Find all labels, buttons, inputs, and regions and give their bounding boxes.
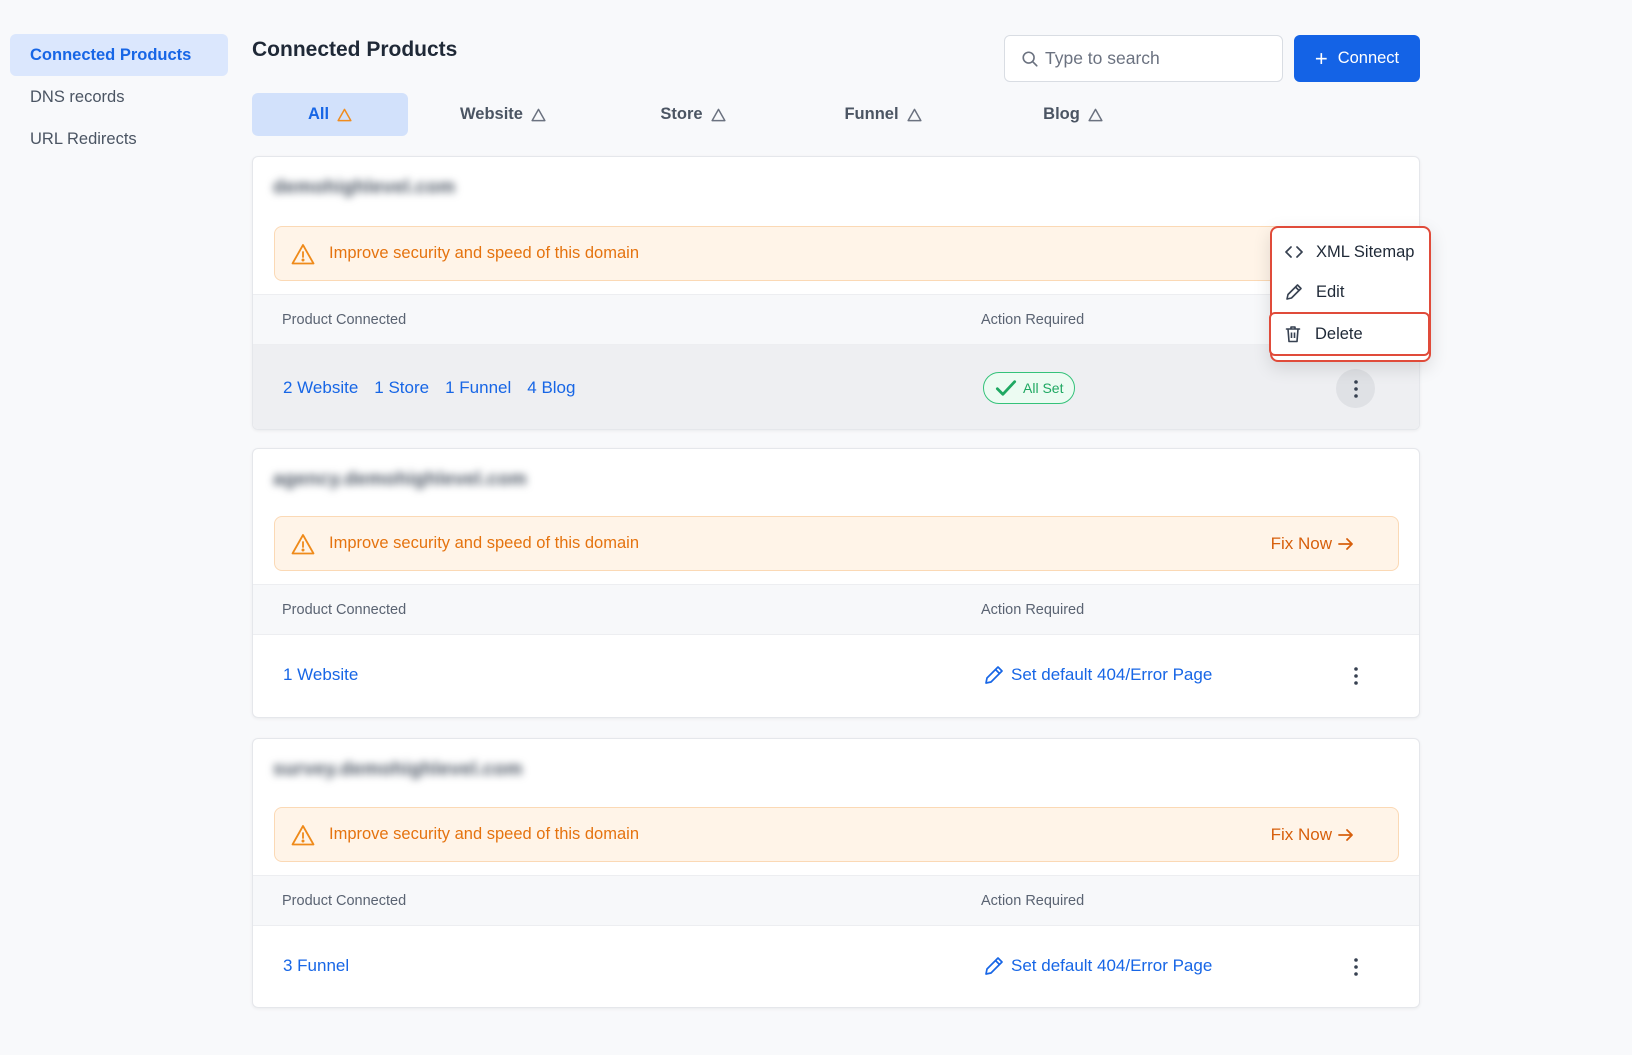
table-header: Product Connected Action Required (253, 294, 1419, 345)
table-header: Product Connected Action Required (253, 584, 1419, 635)
menu-item-label: Edit (1316, 282, 1345, 301)
menu-item-delete[interactable]: Delete (1269, 312, 1430, 356)
set-404-page-link[interactable]: Set default 404/Error Page (1011, 665, 1212, 685)
tab-label: Blog (1043, 105, 1080, 123)
table-row: 1 Website Set default 404/Error Page (253, 635, 1419, 715)
table-header: Product Connected Action Required (253, 875, 1419, 926)
warning-icon (291, 243, 315, 264)
search-icon (1022, 50, 1038, 67)
check-icon (995, 380, 1017, 396)
product-links: 1 Website (283, 635, 358, 715)
tab-label: All (307, 105, 330, 123)
product-link-website[interactable]: 2 Website (283, 345, 358, 429)
warning-icon (1088, 108, 1103, 121)
table-row: 2 Website 1 Store 1 Funnel 4 Blog All Se… (253, 345, 1419, 429)
tab-funnel[interactable]: Funnel (788, 93, 978, 136)
banner-text: Improve security and speed of this domai… (329, 534, 639, 552)
column-header-action: Action Required (981, 312, 1085, 328)
menu-item-xml-sitemap[interactable]: XML Sitemap (1272, 232, 1429, 272)
product-link-blog[interactable]: 4 Blog (527, 345, 575, 429)
product-link-store[interactable]: 1 Store (374, 345, 429, 429)
domain-name: demohighlevel.com (273, 177, 456, 198)
domain-card: survey.demohighlevel.com Improve securit… (252, 738, 1420, 1008)
product-link-funnel[interactable]: 3 Funnel (283, 926, 349, 1006)
domain-name: agency.demohighlevel.com (273, 469, 527, 490)
arrow-right-icon (1338, 537, 1353, 550)
warning-icon (337, 108, 352, 121)
security-banner: Improve security and speed of this domai… (274, 226, 1399, 281)
sidebar-item-connected-products[interactable]: Connected Products (10, 34, 228, 76)
status-badge: All Set (983, 372, 1076, 404)
warning-icon (531, 108, 546, 121)
product-link-funnel[interactable]: 1 Funnel (445, 345, 511, 429)
fix-now-button[interactable]: Fix Now (1271, 517, 1354, 570)
security-banner: Improve security and speed of this domai… (274, 516, 1399, 571)
kebab-icon (1353, 957, 1358, 976)
fix-now-button[interactable]: Fix Now (1271, 808, 1354, 861)
domain-card: agency.demohighlevel.com Improve securit… (252, 448, 1420, 718)
domain-name: survey.demohighlevel.com (273, 759, 523, 780)
column-header-action: Action Required (981, 602, 1085, 618)
search-box[interactable] (1004, 35, 1283, 82)
status-badge-label: All Set (1023, 380, 1064, 396)
tab-store[interactable]: Store (598, 93, 788, 136)
pencil-icon (985, 957, 1003, 975)
options-menu: XML Sitemap Edit Delete (1269, 226, 1431, 362)
column-header-product: Product Connected (282, 893, 407, 909)
product-link-website[interactable]: 1 Website (283, 635, 358, 715)
fix-now-label: Fix Now (1270, 824, 1332, 844)
action-cell: Set default 404/Error Page (983, 926, 1212, 1006)
more-options-button[interactable] (1336, 656, 1375, 695)
tab-blog[interactable]: Blog (978, 93, 1168, 136)
sidebar-item-dns-records[interactable]: DNS records (10, 76, 228, 118)
column-header-product: Product Connected (282, 602, 407, 618)
product-links: 2 Website 1 Store 1 Funnel 4 Blog (283, 345, 575, 429)
banner-text: Improve security and speed of this domai… (329, 825, 639, 843)
kebab-icon (1353, 666, 1358, 685)
kebab-icon (1353, 379, 1358, 398)
tab-label: Store (660, 105, 703, 123)
filter-tabs: All Website Store Funnel Blog (252, 93, 1168, 136)
set-404-page-link[interactable]: Set default 404/Error Page (1011, 956, 1212, 976)
search-input[interactable] (1045, 48, 1275, 69)
domain-card: demohighlevel.com Improve security and s… (252, 156, 1420, 430)
column-header-action: Action Required (981, 893, 1085, 909)
tab-label: Website (460, 105, 523, 123)
menu-item-label: Delete (1315, 324, 1363, 343)
plus-icon: + (1314, 45, 1328, 71)
tab-label: Funnel (844, 105, 899, 123)
tab-all[interactable]: All (252, 93, 408, 136)
connect-button[interactable]: + Connect (1294, 35, 1420, 82)
action-cell: Set default 404/Error Page (983, 635, 1212, 715)
code-icon (1285, 246, 1303, 258)
fix-now-label: Fix Now (1270, 533, 1332, 553)
product-links: 3 Funnel (283, 926, 349, 1006)
menu-item-label: XML Sitemap (1316, 242, 1415, 261)
pencil-icon (1286, 284, 1302, 300)
action-cell: All Set (983, 345, 1076, 429)
menu-item-edit[interactable]: Edit (1272, 272, 1429, 312)
sidebar-item-url-redirects[interactable]: URL Redirects (10, 118, 228, 160)
warning-icon (711, 108, 726, 121)
banner-text: Improve security and speed of this domai… (329, 244, 639, 262)
trash-icon (1285, 326, 1301, 343)
warning-icon (291, 533, 315, 554)
arrow-right-icon (1338, 828, 1353, 841)
pencil-icon (985, 666, 1003, 684)
page-title: Connected Products (252, 38, 458, 61)
more-options-button[interactable] (1336, 947, 1375, 986)
warning-icon (906, 108, 922, 121)
warning-icon (291, 824, 315, 845)
sidebar: Connected Products DNS records URL Redir… (10, 34, 228, 160)
connect-button-label: Connect (1337, 49, 1400, 67)
tab-website[interactable]: Website (408, 93, 598, 136)
table-row: 3 Funnel Set default 404/Error Page (253, 926, 1419, 1006)
security-banner: Improve security and speed of this domai… (274, 807, 1399, 862)
more-options-button[interactable] (1336, 369, 1375, 408)
column-header-product: Product Connected (282, 312, 407, 328)
